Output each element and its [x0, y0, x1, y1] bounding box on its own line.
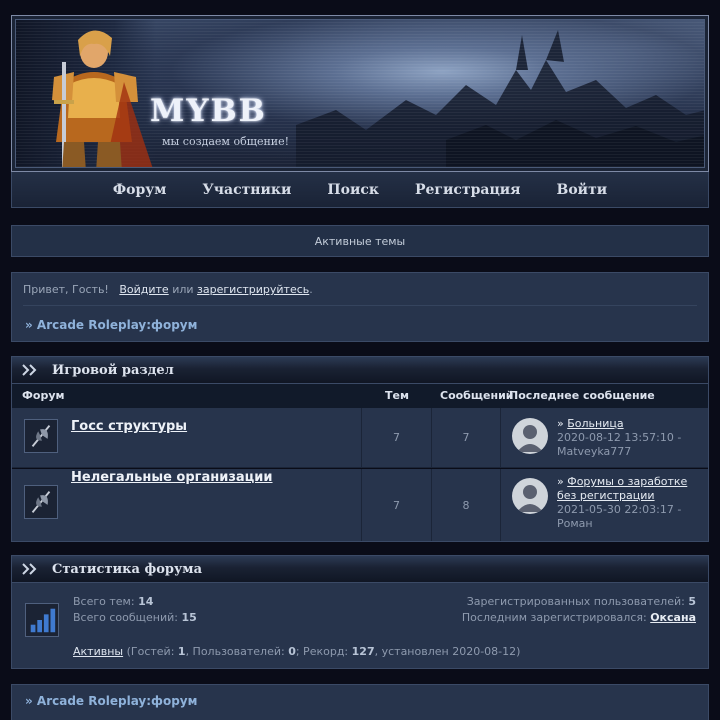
- game-section-header: Игровой раздел: [11, 356, 709, 384]
- section-title: Игровой раздел: [52, 362, 174, 378]
- last-post-cell: » Больница 2020-08-12 13:57:10 - Matveyk…: [501, 408, 708, 467]
- total-topics-value: 14: [138, 595, 154, 608]
- period-text: .: [309, 283, 313, 296]
- nav-login[interactable]: Войти: [557, 182, 608, 198]
- forum-axe-icon: [24, 485, 58, 519]
- col-posts: Сообщений: [440, 389, 514, 402]
- forum-link[interactable]: Госс структуры: [71, 419, 187, 434]
- topics-value: 7: [393, 431, 400, 444]
- forum-stats-panel: Всего тем: 14 Всего сообщений: 15 Зареги…: [11, 583, 709, 669]
- last-post-title: » Больница: [557, 417, 705, 431]
- footer-breadcrumb-panel: » Arcade Roleplay:форум: [11, 684, 709, 720]
- login-link[interactable]: Войдите: [119, 283, 168, 296]
- double-chevron-icon: [22, 364, 37, 376]
- online-users-line: Активны (Гостей: 1, Пользователей: 0; Ре…: [73, 645, 520, 658]
- nav-search[interactable]: Поиск: [327, 182, 379, 198]
- last-post-link[interactable]: Форумы о заработке без регистрации: [557, 475, 687, 502]
- topics-value: 7: [393, 498, 400, 512]
- registered-users-line: Зарегистрированных пользователей: 5: [467, 595, 696, 608]
- total-topics-label: Всего тем:: [73, 595, 135, 608]
- site-logo-title: MYBB: [150, 93, 267, 129]
- last-registered-label: Последним зарегистрировался:: [461, 611, 647, 624]
- greeting-text: Привет, Гость!: [23, 283, 109, 296]
- main-navigation: Форум Участники Поиск Регистрация Войти: [11, 172, 709, 208]
- double-chevron-icon: [22, 563, 37, 575]
- users-label: , Пользователей:: [185, 645, 285, 658]
- bar-chart-icon: [25, 603, 59, 637]
- forum-table: Форум Тем Сообщений Последнее сообщение …: [11, 384, 709, 542]
- last-registered-user-link[interactable]: Оксана: [650, 611, 696, 624]
- forum-name-cell: Госс структуры: [12, 408, 362, 467]
- forum-name-cell: Нелегальные организации: [12, 469, 362, 541]
- record-label: ; Рекорд:: [295, 645, 349, 658]
- header-banner: MYBB мы создаем общение!: [11, 15, 709, 172]
- guest-greeting-line: Привет, Гость! Войдите или зарегистрируй…: [23, 283, 313, 296]
- nav-forum[interactable]: Форум: [113, 182, 167, 198]
- chevron-right-icon: »: [557, 475, 564, 488]
- guests-label: (Гостей:: [126, 645, 175, 658]
- posts-count: 8: [432, 469, 501, 541]
- col-topics: Тем: [385, 389, 409, 402]
- total-posts-value: 15: [181, 611, 197, 624]
- table-header: Форум Тем Сообщений Последнее сообщение: [12, 384, 708, 408]
- active-topics-bar[interactable]: Активные темы: [11, 225, 709, 257]
- last-post-author[interactable]: Роман: [557, 517, 705, 531]
- active-topics-link[interactable]: Активные темы: [315, 235, 406, 248]
- topics-count: 7: [362, 469, 432, 541]
- register-link[interactable]: зарегистрируйтесь: [197, 283, 309, 296]
- last-post-author[interactable]: Matveyka777: [557, 445, 705, 459]
- total-posts-label: Всего сообщений:: [73, 611, 178, 624]
- record-date: , установлен 2020-08-12): [374, 645, 521, 658]
- registered-value: 5: [688, 595, 696, 608]
- section-title: Статистика форума: [52, 561, 202, 577]
- guests-value: 1: [177, 645, 186, 658]
- site-slogan: мы создаем общение!: [162, 135, 290, 148]
- table-row: Нелегальные организации 7 8 » Форумы о з…: [12, 469, 708, 541]
- warrior-illustration: [52, 30, 153, 167]
- users-value: 0: [288, 645, 296, 658]
- last-post-cell: » Форумы о заработке без регистрации 202…: [501, 469, 708, 541]
- breadcrumb[interactable]: » Arcade Roleplay:форум: [25, 694, 197, 708]
- avatar: [512, 418, 548, 454]
- breadcrumb[interactable]: » Arcade Roleplay:форум: [25, 318, 197, 332]
- nav-register[interactable]: Регистрация: [415, 182, 521, 198]
- last-registered-line: Последним зарегистрировался: Оксана: [462, 611, 696, 624]
- col-forum: Форум: [22, 389, 65, 402]
- divider: [23, 305, 697, 306]
- avatar: [512, 478, 548, 514]
- active-users-link[interactable]: Активны: [73, 645, 123, 658]
- last-post-link[interactable]: Больница: [567, 417, 623, 430]
- last-post-date: 2020-08-12 13:57:10 -: [557, 431, 682, 444]
- registered-label: Зарегистрированных пользователей:: [466, 595, 685, 608]
- posts-value: 8: [462, 498, 470, 512]
- topics-count: 7: [362, 408, 432, 467]
- table-row: Госс структуры 7 7 » Больница 2020-08-12…: [12, 408, 708, 468]
- posts-count: 7: [432, 408, 501, 467]
- stats-section-header: Статистика форума: [11, 555, 709, 583]
- record-value: 127: [351, 645, 375, 658]
- forum-axe-icon: [24, 419, 58, 453]
- chevron-right-icon: »: [557, 417, 564, 430]
- total-topics-line: Всего тем: 14: [73, 595, 153, 608]
- forum-link[interactable]: Нелегальные организации: [71, 470, 273, 485]
- banner-artwork: MYBB мы создаем общение!: [15, 19, 705, 168]
- nav-members[interactable]: Участники: [202, 182, 291, 198]
- or-text: или: [172, 283, 194, 296]
- last-post-date: 2021-05-30 22:03:17 -: [557, 503, 682, 516]
- welcome-panel: Привет, Гость! Войдите или зарегистрируй…: [11, 272, 709, 342]
- total-posts-line: Всего сообщений: 15: [73, 611, 197, 624]
- posts-value: 7: [462, 431, 470, 444]
- col-last-post: Последнее сообщение: [509, 389, 655, 402]
- last-post-title: » Форумы о заработке без регистрации: [557, 475, 705, 503]
